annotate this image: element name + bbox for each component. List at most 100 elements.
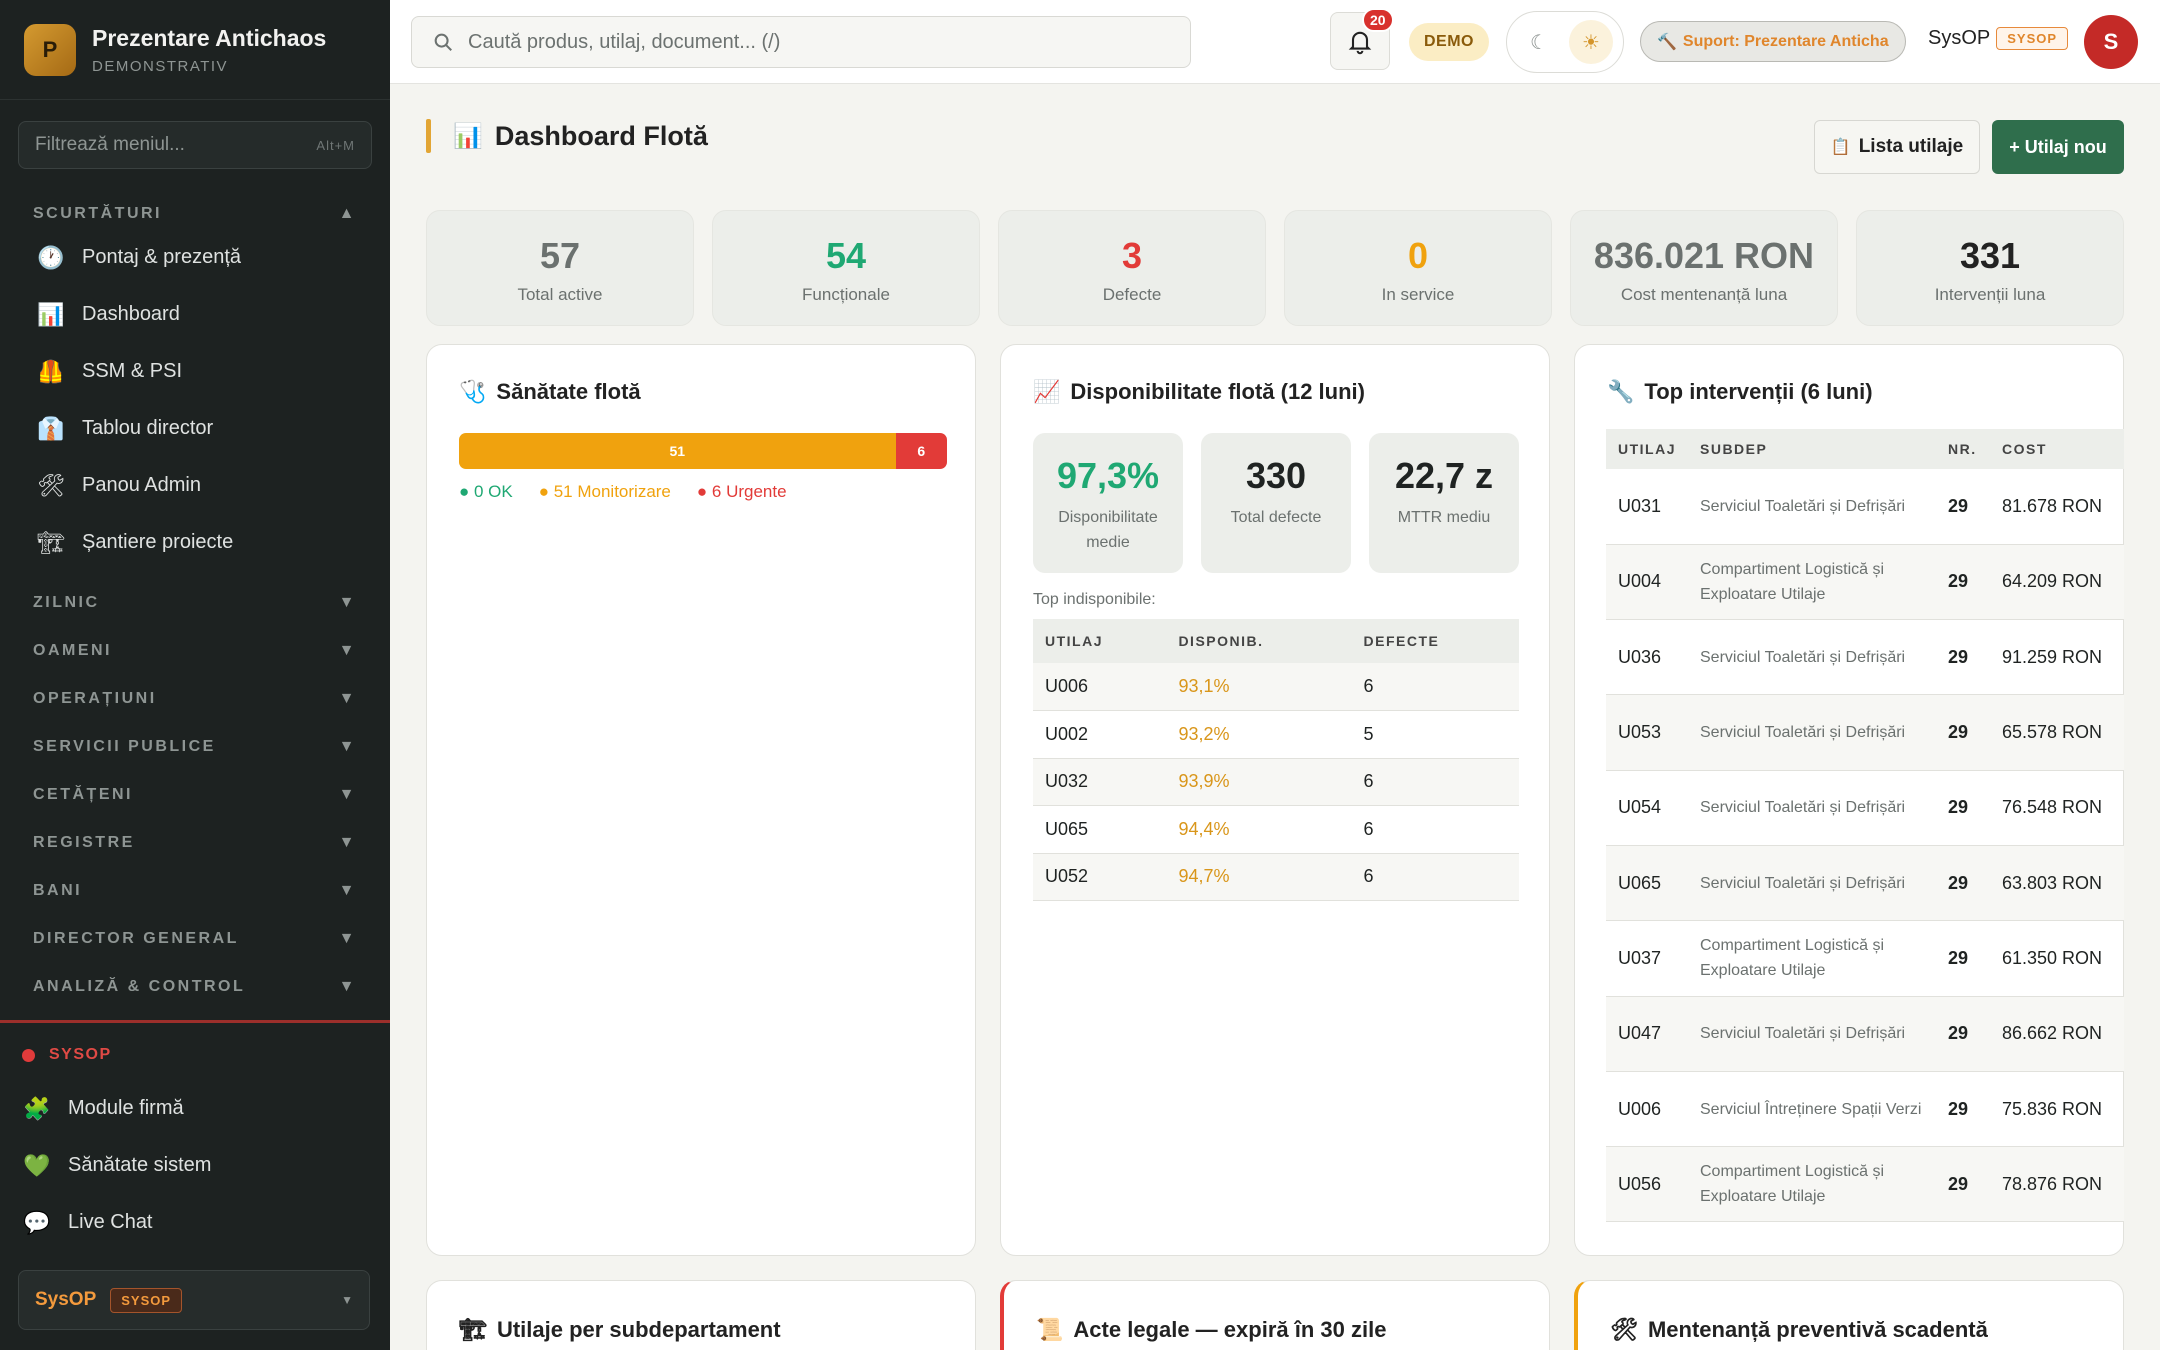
theme-toggle[interactable]: ☾ ☀ xyxy=(1506,11,1624,73)
construction-icon: 🏗 xyxy=(37,529,65,555)
table-row[interactable]: U036 Serviciul Toaletări și Defrișări 29 91… xyxy=(1606,619,2124,696)
sidebar-item-dashboard[interactable]: 📊 Dashboard xyxy=(0,286,390,343)
cell-cost: 76.548 RON xyxy=(1990,770,2124,846)
sun-icon[interactable]: ☀ xyxy=(1569,20,1613,64)
menu-filter-input[interactable]: Filtrează meniul... Alt+M xyxy=(18,121,372,169)
notifications-count-badge: 20 xyxy=(1362,8,1394,32)
cell-utilaj: U065 xyxy=(1606,845,1688,922)
card-title-text: Acte legale — expiră în 30 zile xyxy=(1073,1317,1387,1342)
table-row[interactable]: U004 Compartiment Logistică și Exploatare… xyxy=(1606,544,2124,621)
cell-count: 29 xyxy=(1936,996,1990,1072)
clipboard-icon: 📋 xyxy=(1830,139,1851,156)
search-input[interactable]: Caută produs, utilaj, document... (/) xyxy=(411,16,1191,68)
cell-utilaj: U065 xyxy=(1033,805,1167,854)
sidebar-item-pontaj[interactable]: 🕐 Pontaj & prezență xyxy=(0,229,390,286)
kpi-value: 57 xyxy=(539,235,581,276)
card-title-text: Utilaje per subdepartament xyxy=(496,1317,781,1342)
cell-subdep: Compartiment Logistică și Exploatare Uti… xyxy=(1688,920,1936,997)
cell-subdep: Serviciul Toaletări și Defrișări xyxy=(1688,619,1936,696)
cell-count: 29 xyxy=(1936,1146,1990,1223)
col-header[interactable]: UTILAJ xyxy=(1606,429,1688,469)
cell-availability: 93,2% xyxy=(1166,710,1352,759)
cell-subdep: Serviciul Toaletări și Defrișări xyxy=(1688,770,1936,846)
list-utilaje-button[interactable]: 📋 Lista utilaje xyxy=(1814,120,1980,174)
stethoscope-icon: 🩺 xyxy=(459,379,487,404)
section-bani[interactable]: BANI ▼ xyxy=(0,867,390,915)
kpi-label: Funcționale xyxy=(802,285,890,304)
top-user-name: SysOP xyxy=(1928,27,1991,49)
table-row[interactable]: U031 Serviciul Toaletări și Defrișări 29 81… xyxy=(1606,469,2124,545)
table-row[interactable]: U047 Serviciul Toaletări și Defrișări 29 86… xyxy=(1606,996,2124,1072)
user-menu[interactable]: SysOP SYSOP ▼ xyxy=(18,1270,370,1330)
table-row[interactable]: U002 93,2% 5 xyxy=(1033,710,1519,759)
table-row[interactable]: U065 94,4% 6 xyxy=(1033,805,1519,854)
col-header[interactable]: SUBDEP xyxy=(1688,429,1936,469)
card-top-interventions: 🔧 Top intervenții (6 luni) UTILAJ SUBDEP… xyxy=(1574,344,2124,1256)
section-operatiuni[interactable]: OPERAȚIUNI ▼ xyxy=(0,675,390,723)
interventions-table: UTILAJ SUBDEP NR. COST U031 Serviciul Toa… xyxy=(1606,429,2124,1223)
cell-availability: 94,7% xyxy=(1166,853,1352,901)
section-zilnic[interactable]: ZILNIC ▼ xyxy=(0,579,390,627)
col-header[interactable]: DISPONIB. xyxy=(1166,619,1352,663)
cell-availability: 93,9% xyxy=(1166,758,1352,806)
sidebar-item-sanatate-sistem[interactable]: 💚 Sănătate sistem xyxy=(0,1137,390,1194)
cell-cost: 91.259 RON xyxy=(1990,619,2124,696)
col-header[interactable]: UTILAJ xyxy=(1033,619,1167,663)
legend-ok: ● 0 OK xyxy=(459,482,513,501)
section-analiza-control[interactable]: ANALIZĂ & CONTROL ▼ xyxy=(0,963,390,1011)
section-oameni[interactable]: OAMENI ▼ xyxy=(0,627,390,675)
section-servicii-publice[interactable]: SERVICII PUBLICE ▼ xyxy=(0,723,390,771)
table-row[interactable]: U054 Serviciul Toaletări și Defrișări 29 76… xyxy=(1606,770,2124,846)
table-row[interactable]: U052 94,7% 6 xyxy=(1033,853,1519,901)
chevron-down-icon: ▼ xyxy=(338,594,357,611)
moon-icon[interactable]: ☾ xyxy=(1517,20,1561,64)
col-header[interactable]: DEFECTE xyxy=(1351,619,1519,663)
heart-icon: 💚 xyxy=(23,1152,51,1178)
sidebar-item-panou-admin[interactable]: 🛠 Panou Admin xyxy=(0,457,390,514)
table-row[interactable]: U053 Serviciul Toaletări și Defrișări 29 65… xyxy=(1606,694,2124,771)
page-title-text: Dashboard Flotă xyxy=(494,120,708,151)
sidebar-item-santiere[interactable]: 🏗 Șantiere proiecte xyxy=(0,514,390,571)
section-registre[interactable]: REGISTRE ▼ xyxy=(0,819,390,867)
kpi-label: Intervenții luna xyxy=(1934,285,2046,304)
cell-defects: 6 xyxy=(1351,853,1519,901)
support-button[interactable]: 🔨 Suport: Prezentare Anticha xyxy=(1640,21,1906,62)
card-acte-legale: 📜 Acte legale — expiră în 30 zile xyxy=(1000,1280,1550,1350)
cell-utilaj: U006 xyxy=(1606,1071,1688,1148)
table-row[interactable]: U056 Compartiment Logistică și Exploatare… xyxy=(1606,1146,2124,1223)
cell-cost: 86.662 RON xyxy=(1990,996,2124,1072)
sysop-zone: SYSOP 🧩 Module firmă 💚 Sănătate sistem 💬… xyxy=(0,1030,390,1251)
avatar[interactable]: S xyxy=(2084,15,2138,69)
section-director-general[interactable]: DIRECTOR GENERAL ▼ xyxy=(0,915,390,963)
bar-chart-icon: 📊 xyxy=(453,122,483,150)
cell-cost: 61.350 RON xyxy=(1990,920,2124,997)
card-fleet-health: 🩺 Sănătate flotă 51 6 ● 0 OK ● 51 Monito… xyxy=(426,344,976,1256)
col-header[interactable]: NR. xyxy=(1936,429,1990,469)
sidebar-item-module-firma[interactable]: 🧩 Module firmă xyxy=(0,1080,390,1137)
kpi-value: 3 xyxy=(1121,235,1143,276)
table-row[interactable]: U006 93,1% 6 xyxy=(1033,663,1519,711)
table-row[interactable]: U032 93,9% 6 xyxy=(1033,758,1519,806)
brand-header[interactable]: P Prezentare Antichaos DEMONSTRATIV xyxy=(0,0,390,100)
table-row[interactable]: U065 Serviciul Toaletări și Defrișări 29 63… xyxy=(1606,845,2124,922)
stat-value: 97,3% xyxy=(1056,455,1160,496)
table-row[interactable]: U037 Compartiment Logistică și Exploatare… xyxy=(1606,920,2124,997)
cell-cost: 78.876 RON xyxy=(1990,1146,2124,1223)
section-shortcuts[interactable]: SCURTĂTURI ▲ xyxy=(0,203,390,225)
sidebar-item-live-chat[interactable]: 💬 Live Chat xyxy=(0,1194,390,1251)
table-row[interactable]: U006 Serviciul Întreținere Spații Verzi 29… xyxy=(1606,1071,2124,1148)
tools-icon: 🛠 xyxy=(1610,1317,1638,1342)
section-cetateni[interactable]: CETĂȚENI ▼ xyxy=(0,771,390,819)
cell-cost: 75.836 RON xyxy=(1990,1071,2124,1148)
sidebar-item-label: Sănătate sistem xyxy=(68,1154,212,1176)
cell-count: 29 xyxy=(1936,544,1990,621)
new-utilaj-button[interactable]: + Utilaj nou xyxy=(1992,120,2124,174)
menu-filter-shortcut: Alt+M xyxy=(316,137,355,153)
top-user[interactable]: SysOP SYSOP xyxy=(1928,27,2069,50)
kpi-interventii: 331 Intervenții luna xyxy=(1856,210,2124,326)
top-unavailable-caption: Top indisponibile: xyxy=(1033,591,1156,608)
cell-count: 29 xyxy=(1936,619,1990,696)
sidebar-item-tablou-director[interactable]: 👔 Tablou director xyxy=(0,400,390,457)
col-header[interactable]: COST xyxy=(1990,429,2124,469)
sidebar-item-ssm[interactable]: 🦺 SSM & PSI xyxy=(0,343,390,400)
